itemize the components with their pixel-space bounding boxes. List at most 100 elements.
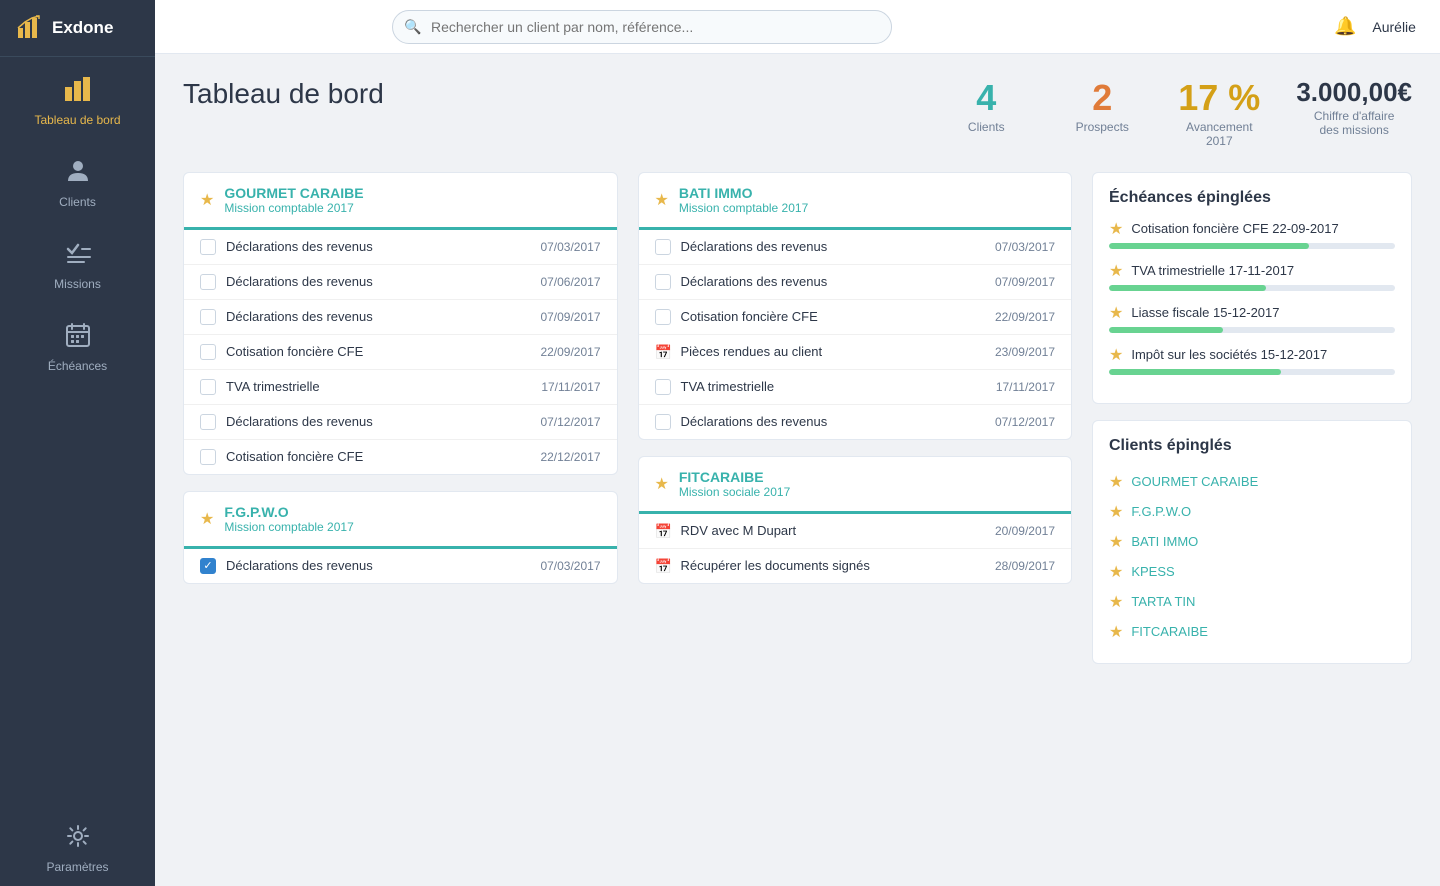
sidebar-item-echeances[interactable]: Échéances xyxy=(0,303,155,385)
logo[interactable]: Exdone xyxy=(0,0,155,57)
pinned-client-gourmet[interactable]: ★ GOURMET CARAIBE xyxy=(1109,467,1395,497)
pinned-client-fgpwo[interactable]: ★ F.G.P.W.O xyxy=(1109,497,1395,527)
task-date: 20/09/2017 xyxy=(995,524,1055,538)
dashboard-header: Tableau de bord 4 Clients 2 Prospects 17… xyxy=(183,78,1412,148)
progress-bar-3 xyxy=(1109,369,1395,375)
table-row: Déclarations des revenus 07/12/2017 xyxy=(639,405,1072,439)
sidebar-item-parametres[interactable]: Paramètres xyxy=(0,804,155,886)
echeance-item: ★ Impôt sur les sociétés 15-12-2017 xyxy=(1109,345,1395,375)
task-list-fitcaraibe: 📅 RDV avec M Dupart 20/09/2017 📅 Récupér… xyxy=(639,514,1072,583)
task-checkbox[interactable] xyxy=(655,379,671,395)
mission-label-fitcaraibe: Mission sociale 2017 xyxy=(679,485,790,499)
task-checkbox[interactable] xyxy=(655,274,671,290)
stat-clients: 4 Clients xyxy=(946,78,1026,134)
pinned-client-name-4: TARTA TIN xyxy=(1131,594,1195,609)
star-echeance-3[interactable]: ★ xyxy=(1109,345,1123,365)
stat-chiffre: 3.000,00€ Chiffre d'affairedes missions xyxy=(1296,78,1412,137)
stat-avancement-label: Avancement2017 xyxy=(1186,120,1253,148)
sidebar: Exdone Tableau de bord Clients xyxy=(0,0,155,886)
task-checkbox[interactable] xyxy=(200,274,216,290)
task-name: Pièces rendues au client xyxy=(681,344,985,359)
clients-epingles-title: Clients épinglés xyxy=(1109,437,1395,455)
mission-label-gourmet: Mission comptable 2017 xyxy=(224,201,363,215)
pinned-client-fitcaraibe[interactable]: ★ FITCARAIBE xyxy=(1109,617,1395,647)
table-row: Déclarations des revenus 07/03/2017 xyxy=(184,230,617,265)
progress-fill-1 xyxy=(1109,285,1266,291)
task-list-fgpwo: ✓ Déclarations des revenus 07/03/2017 xyxy=(184,549,617,583)
task-checkbox[interactable] xyxy=(200,344,216,360)
stat-clients-value: 4 xyxy=(976,78,996,118)
task-name: Déclarations des revenus xyxy=(226,558,530,573)
task-checkbox-checked[interactable]: ✓ xyxy=(200,558,216,574)
task-checkbox[interactable] xyxy=(655,309,671,325)
pinned-client-name-5: FITCARAIBE xyxy=(1131,624,1208,639)
star-pinned-2: ★ xyxy=(1109,532,1123,552)
task-date: 07/09/2017 xyxy=(540,310,600,324)
sidebar-item-tableau-de-bord[interactable]: Tableau de bord xyxy=(0,57,155,139)
search-input[interactable] xyxy=(392,10,892,44)
task-date: 17/11/2017 xyxy=(541,380,600,394)
client-card-bati-immo: ★ BATI IMMO Mission comptable 2017 Décla… xyxy=(638,172,1073,440)
stats-row: 4 Clients 2 Prospects 17 % Avancement201… xyxy=(946,78,1412,148)
mission-label-fgpwo: Mission comptable 2017 xyxy=(224,520,353,534)
client-card-header-fitcaraibe: ★ FITCARAIBE Mission sociale 2017 xyxy=(639,457,1072,514)
pinned-client-bati[interactable]: ★ BATI IMMO xyxy=(1109,527,1395,557)
page-content: Tableau de bord 4 Clients 2 Prospects 17… xyxy=(155,54,1440,886)
client-card-header-gourmet: ★ GOURMET CARAIBE Mission comptable 2017 xyxy=(184,173,617,230)
star-fitcaraibe[interactable]: ★ xyxy=(655,474,669,494)
task-date: 22/09/2017 xyxy=(995,310,1055,324)
star-pinned-0: ★ xyxy=(1109,472,1123,492)
main-content: 🔍 🔔 Aurélie Tableau de bord 4 Clients 2 … xyxy=(155,0,1440,886)
missions-icon xyxy=(64,239,92,271)
calendar-icon: 📅 xyxy=(655,558,671,574)
task-name: Déclarations des revenus xyxy=(226,239,530,254)
bell-icon[interactable]: 🔔 xyxy=(1334,16,1356,37)
star-echeance-0[interactable]: ★ xyxy=(1109,219,1123,239)
star-echeance-2[interactable]: ★ xyxy=(1109,303,1123,323)
user-name[interactable]: Aurélie xyxy=(1372,19,1416,35)
client-name-gourmet: GOURMET CARAIBE xyxy=(224,185,363,201)
client-name-fgpwo: F.G.P.W.O xyxy=(224,504,353,520)
echeance-text-1: TVA trimestrielle 17-11-2017 xyxy=(1131,263,1395,278)
star-bati[interactable]: ★ xyxy=(655,190,669,210)
table-row: 📅 Récupérer les documents signés 28/09/2… xyxy=(639,549,1072,583)
task-checkbox[interactable] xyxy=(200,414,216,430)
pinned-client-tarta[interactable]: ★ TARTA TIN xyxy=(1109,587,1395,617)
stat-chiffre-label: Chiffre d'affairedes missions xyxy=(1314,109,1395,137)
task-list-gourmet: Déclarations des revenus 07/03/2017 Décl… xyxy=(184,230,617,474)
progress-fill-0 xyxy=(1109,243,1309,249)
task-name: Déclarations des revenus xyxy=(226,274,530,289)
stat-prospects-label: Prospects xyxy=(1076,120,1129,134)
task-checkbox[interactable] xyxy=(200,449,216,465)
topbar: 🔍 🔔 Aurélie xyxy=(155,0,1440,54)
calendar-icon: 📅 xyxy=(655,523,671,539)
task-date: 07/03/2017 xyxy=(995,240,1055,254)
pinned-client-name-1: F.G.P.W.O xyxy=(1131,504,1191,519)
task-checkbox[interactable] xyxy=(200,309,216,325)
sidebar-item-missions[interactable]: Missions xyxy=(0,221,155,303)
star-echeance-1[interactable]: ★ xyxy=(1109,261,1123,281)
star-pinned-4: ★ xyxy=(1109,592,1123,612)
table-row: 📅 Pièces rendues au client 23/09/2017 xyxy=(639,335,1072,370)
task-checkbox[interactable] xyxy=(655,239,671,255)
client-name-bati: BATI IMMO xyxy=(679,185,808,201)
pinned-client-kpess[interactable]: ★ KPESS xyxy=(1109,557,1395,587)
table-row: ✓ Déclarations des revenus 07/03/2017 xyxy=(184,549,617,583)
sidebar-item-clients[interactable]: Clients xyxy=(0,139,155,221)
task-checkbox[interactable] xyxy=(655,414,671,430)
star-fgpwo[interactable]: ★ xyxy=(200,509,214,529)
logo-text: Exdone xyxy=(52,18,113,38)
star-gourmet[interactable]: ★ xyxy=(200,190,214,210)
task-checkbox[interactable] xyxy=(200,239,216,255)
task-name: Déclarations des revenus xyxy=(226,309,530,324)
logo-icon xyxy=(16,14,44,42)
echeance-text-2: Liasse fiscale 15-12-2017 xyxy=(1131,305,1395,320)
task-date: 17/11/2017 xyxy=(996,380,1055,394)
content-grid: ★ GOURMET CARAIBE Mission comptable 2017… xyxy=(183,172,1412,664)
topbar-right: 🔔 Aurélie xyxy=(1334,16,1416,37)
task-date: 22/12/2017 xyxy=(540,450,600,464)
task-date: 07/03/2017 xyxy=(540,240,600,254)
task-checkbox[interactable] xyxy=(200,379,216,395)
pinned-client-name-2: BATI IMMO xyxy=(1131,534,1198,549)
table-row: Déclarations des revenus 07/03/2017 xyxy=(639,230,1072,265)
